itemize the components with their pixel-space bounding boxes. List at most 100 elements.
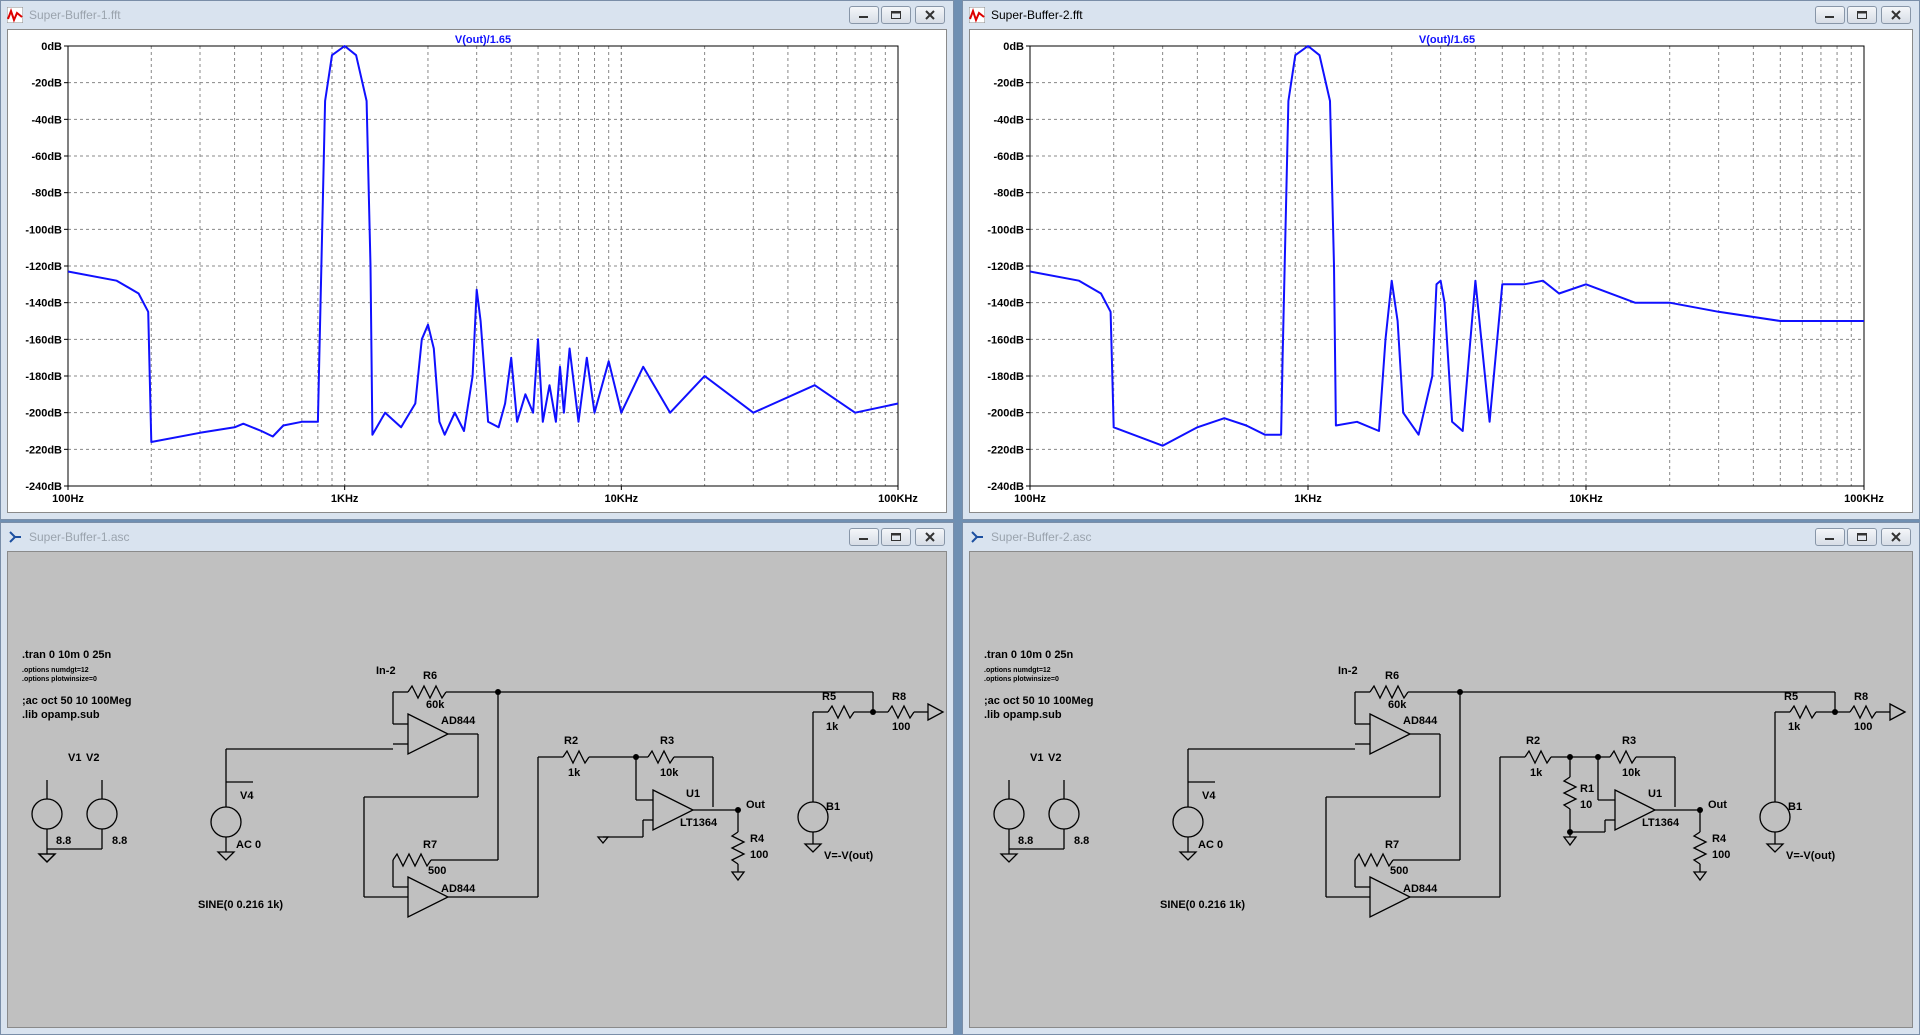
trace-label[interactable]: V(out)/1.65 bbox=[455, 34, 511, 46]
r2-value[interactable]: 1k bbox=[1530, 767, 1543, 779]
maximize-button[interactable] bbox=[881, 528, 911, 546]
r7-value[interactable]: 500 bbox=[428, 865, 446, 877]
net-out[interactable]: Out bbox=[746, 799, 765, 811]
directive-tran[interactable]: .tran 0 10m 0 25n bbox=[22, 649, 112, 661]
r2-value[interactable]: 1k bbox=[568, 767, 581, 779]
directive-options-numdgt[interactable]: .options numdgt=12 bbox=[984, 667, 1051, 674]
schematic-window-1[interactable]: Super-Buffer-1.asc .tran 0 10m 0 25n .op… bbox=[0, 522, 954, 1035]
r3-value[interactable]: 10k bbox=[660, 767, 679, 779]
trace-vout[interactable] bbox=[67, 45, 899, 443]
v4-sine[interactable]: SINE(0 0.216 1k) bbox=[198, 899, 283, 911]
r7-label[interactable]: R7 bbox=[423, 839, 437, 851]
minimize-button[interactable] bbox=[1815, 6, 1845, 24]
r7-label[interactable]: R7 bbox=[1385, 839, 1399, 851]
net-out[interactable]: Out bbox=[1708, 799, 1727, 811]
lt1364-label[interactable]: LT1364 bbox=[1642, 817, 1680, 829]
ad844-bottom-label[interactable]: AD844 bbox=[1403, 883, 1438, 895]
maximize-button[interactable] bbox=[1847, 528, 1877, 546]
r5-value[interactable]: 1k bbox=[1788, 721, 1801, 733]
fft-window-2[interactable]: Super-Buffer-2.fft 0dB -20dB -40dB -60dB -80… bbox=[962, 0, 1920, 520]
r6-value[interactable]: 60k bbox=[426, 699, 445, 711]
r4-value[interactable]: 100 bbox=[1712, 849, 1730, 861]
r8-value[interactable]: 100 bbox=[1854, 721, 1872, 733]
v2-label[interactable]: V2 bbox=[86, 752, 99, 764]
v2-value[interactable]: 8.8 bbox=[1074, 835, 1089, 847]
v1-value[interactable]: 8.8 bbox=[56, 835, 71, 847]
r4-value[interactable]: 100 bbox=[750, 849, 768, 861]
r2-label[interactable]: R2 bbox=[564, 735, 578, 747]
minimize-button[interactable] bbox=[1815, 528, 1845, 546]
directive-lib[interactable]: .lib opamp.sub bbox=[984, 709, 1062, 721]
ad844-top-label[interactable]: AD844 bbox=[441, 715, 476, 727]
r5-value[interactable]: 1k bbox=[826, 721, 839, 733]
minimize-button[interactable] bbox=[849, 528, 879, 546]
plot-pane[interactable]: 0dB -20dB -40dB -60dB -80dB -100dB -120dB -140d… bbox=[969, 29, 1913, 513]
b1-value[interactable]: V=-V(out) bbox=[1786, 850, 1836, 862]
r5-label[interactable]: R5 bbox=[822, 691, 836, 703]
directive-options-plotwinsize[interactable]: .options plotwinsize=0 bbox=[22, 676, 97, 683]
r6-value[interactable]: 60k bbox=[1388, 699, 1407, 711]
trace-vout[interactable] bbox=[1029, 45, 1864, 447]
directive-ac[interactable]: ;ac oct 50 10 100Meg bbox=[984, 695, 1093, 707]
plot-pane[interactable]: 0dB -20dB -40dB -60dB -80dB -100dB -120dB -140d… bbox=[7, 29, 947, 513]
directive-ac[interactable]: ;ac oct 50 10 100Meg bbox=[22, 695, 131, 707]
v4-sine[interactable]: SINE(0 0.216 1k) bbox=[1160, 899, 1245, 911]
fft-window-1[interactable]: Super-Buffer-1.fft 0dB -20dB -40dB -60dB -80… bbox=[0, 0, 954, 520]
close-button[interactable] bbox=[1881, 528, 1911, 546]
v1-label[interactable]: V1 bbox=[68, 752, 81, 764]
r3-label[interactable]: R3 bbox=[660, 735, 674, 747]
fft-plot-2[interactable]: 0dB -20dB -40dB -60dB -80dB -100dB -120dB -140d… bbox=[970, 30, 1914, 514]
close-button[interactable] bbox=[1881, 6, 1911, 24]
r6-label[interactable]: R6 bbox=[1385, 670, 1399, 682]
r8-label[interactable]: R8 bbox=[892, 691, 906, 703]
v1-label[interactable]: V1 bbox=[1030, 752, 1043, 764]
directive-lib[interactable]: .lib opamp.sub bbox=[22, 709, 100, 721]
schematic-canvas[interactable]: .tran 0 10m 0 25n .options numdgt=12 .op… bbox=[7, 551, 947, 1028]
directive-tran[interactable]: .tran 0 10m 0 25n bbox=[984, 649, 1074, 661]
r7-value[interactable]: 500 bbox=[1390, 865, 1408, 877]
b1-label[interactable]: B1 bbox=[1788, 801, 1802, 813]
v4-label[interactable]: V4 bbox=[1202, 790, 1216, 802]
v2-label[interactable]: V2 bbox=[1048, 752, 1061, 764]
title-bar[interactable]: Super-Buffer-1.asc bbox=[1, 523, 953, 551]
minimize-button[interactable] bbox=[849, 6, 879, 24]
title-bar[interactable]: Super-Buffer-2.fft bbox=[963, 1, 1919, 29]
v1-value[interactable]: 8.8 bbox=[1018, 835, 1033, 847]
ad844-top-label[interactable]: AD844 bbox=[1403, 715, 1438, 727]
net-in2[interactable]: In-2 bbox=[376, 665, 396, 677]
schematic-drawing-2[interactable]: .tran 0 10m 0 25n .options numdgt=12 .op… bbox=[970, 552, 1914, 1029]
r3-label[interactable]: R3 bbox=[1622, 735, 1636, 747]
r1-label[interactable]: R1 bbox=[1580, 783, 1594, 795]
r2-label[interactable]: R2 bbox=[1526, 735, 1540, 747]
maximize-button[interactable] bbox=[881, 6, 911, 24]
title-bar[interactable]: Super-Buffer-2.asc bbox=[963, 523, 1919, 551]
lt1364-label[interactable]: LT1364 bbox=[680, 817, 718, 829]
u1-label[interactable]: U1 bbox=[686, 788, 700, 800]
close-button[interactable] bbox=[915, 528, 945, 546]
close-button[interactable] bbox=[915, 6, 945, 24]
schematic-window-2[interactable]: Super-Buffer-2.asc .tran 0 10m 0 25n .op… bbox=[962, 522, 1920, 1035]
r5-label[interactable]: R5 bbox=[1784, 691, 1798, 703]
trace-label[interactable]: V(out)/1.65 bbox=[1419, 34, 1475, 46]
directive-options-numdgt[interactable]: .options numdgt=12 bbox=[22, 667, 89, 674]
fft-plot-1[interactable]: 0dB -20dB -40dB -60dB -80dB -100dB -120dB -140d… bbox=[8, 30, 948, 514]
v2-value[interactable]: 8.8 bbox=[112, 835, 127, 847]
b1-label[interactable]: B1 bbox=[826, 801, 840, 813]
r4-label[interactable]: R4 bbox=[1712, 833, 1727, 845]
title-bar[interactable]: Super-Buffer-1.fft bbox=[1, 1, 953, 29]
maximize-button[interactable] bbox=[1847, 6, 1877, 24]
schematic-canvas[interactable]: .tran 0 10m 0 25n .options numdgt=12 .op… bbox=[969, 551, 1913, 1028]
v4-label[interactable]: V4 bbox=[240, 790, 254, 802]
v4-value[interactable]: AC 0 bbox=[236, 839, 261, 851]
v4-value[interactable]: AC 0 bbox=[1198, 839, 1223, 851]
net-in2[interactable]: In-2 bbox=[1338, 665, 1358, 677]
directive-options-plotwinsize[interactable]: .options plotwinsize=0 bbox=[984, 676, 1059, 683]
r1-value[interactable]: 10 bbox=[1580, 799, 1592, 811]
r6-label[interactable]: R6 bbox=[423, 670, 437, 682]
r4-label[interactable]: R4 bbox=[750, 833, 765, 845]
r8-label[interactable]: R8 bbox=[1854, 691, 1868, 703]
r3-value[interactable]: 10k bbox=[1622, 767, 1641, 779]
r8-value[interactable]: 100 bbox=[892, 721, 910, 733]
u1-label[interactable]: U1 bbox=[1648, 788, 1662, 800]
schematic-drawing-1[interactable]: .tran 0 10m 0 25n .options numdgt=12 .op… bbox=[8, 552, 948, 1029]
